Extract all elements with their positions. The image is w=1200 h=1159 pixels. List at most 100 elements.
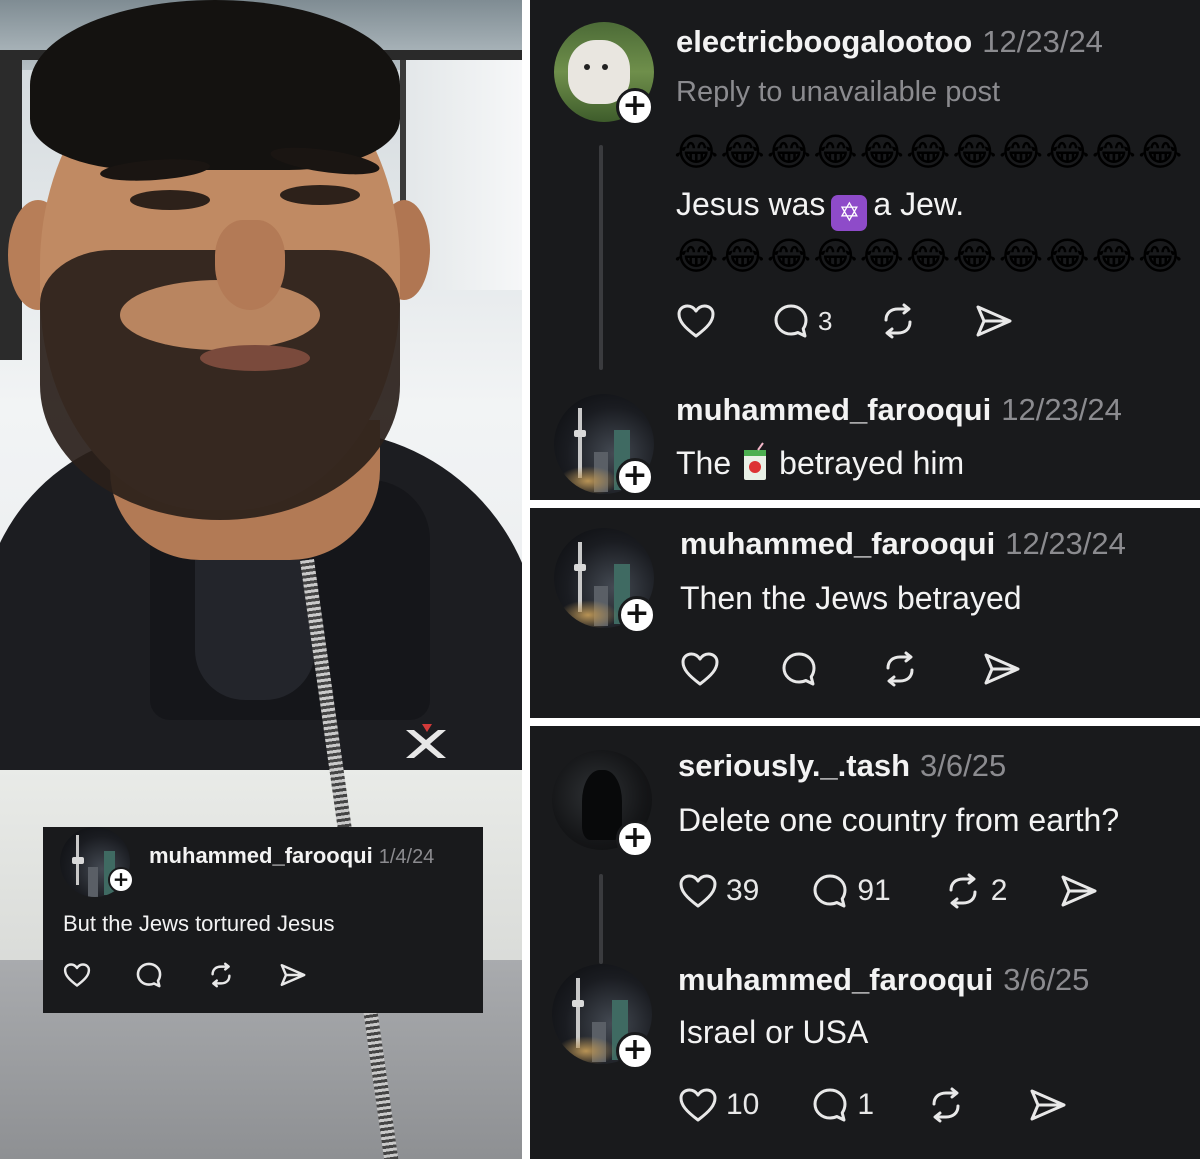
post-date: 12/23/24 xyxy=(982,24,1103,59)
repost-count: 2 xyxy=(990,874,1008,907)
username[interactable]: electricboogalootoo xyxy=(676,24,972,59)
share-icon xyxy=(1030,1089,1066,1121)
repost-button[interactable]: 2 xyxy=(943,872,1008,910)
building xyxy=(88,867,98,897)
juice-box-icon xyxy=(744,442,767,480)
post-text: But the Jews tortured Jesus xyxy=(63,911,335,936)
action-bar xyxy=(63,961,307,989)
nose xyxy=(215,220,285,310)
post-text-part: a Jew. xyxy=(873,186,965,222)
follow-plus-icon[interactable]: + xyxy=(616,88,654,126)
action-bar: 3 xyxy=(676,302,1014,340)
thread-card-3: + seriously._.tash 3/6/25 Delete one coun… xyxy=(530,726,1200,1159)
repost-icon xyxy=(211,962,231,988)
username[interactable]: muhammed_farooqui xyxy=(678,962,993,997)
share-button[interactable] xyxy=(1059,873,1099,909)
comment-icon xyxy=(813,1088,847,1122)
username[interactable]: muhammed_farooqui xyxy=(680,526,995,561)
heart-icon xyxy=(63,963,91,987)
share-icon xyxy=(280,963,306,987)
follow-plus-icon[interactable]: + xyxy=(616,458,654,496)
repost-button[interactable] xyxy=(880,650,920,688)
mouth xyxy=(200,345,310,371)
repost-button[interactable] xyxy=(207,961,235,989)
reply-button[interactable]: 1 xyxy=(811,1086,874,1124)
follow-plus-icon[interactable]: + xyxy=(618,596,656,634)
repost-button[interactable] xyxy=(878,302,918,340)
repost-icon xyxy=(932,1087,960,1123)
username[interactable]: muhammed_farooqui xyxy=(676,392,991,427)
post-date: 12/23/24 xyxy=(1005,526,1126,561)
post-header: muhammed_farooqui 12/23/24 xyxy=(676,392,1122,428)
like-button[interactable] xyxy=(680,651,720,687)
post-text-part: The xyxy=(676,445,732,481)
post-text: Israel or USA xyxy=(678,1014,869,1050)
follow-plus-icon[interactable]: + xyxy=(108,867,134,893)
thread-card-1: + electricboogalootoo 12/23/24 Reply to u… xyxy=(530,0,1200,500)
eye-left xyxy=(130,190,210,210)
share-icon xyxy=(1061,875,1097,907)
follow-plus-icon[interactable]: + xyxy=(616,1032,654,1070)
post-date: 3/6/25 xyxy=(1003,962,1090,997)
post-text: The betrayed him xyxy=(676,442,964,482)
repost-icon xyxy=(884,303,912,339)
like-button[interactable] xyxy=(63,962,91,988)
reply-button[interactable]: 3 xyxy=(772,302,832,340)
repost-icon xyxy=(886,651,914,687)
action-bar: 39 91 2 xyxy=(678,872,1099,910)
comment-icon xyxy=(782,652,816,686)
share-button[interactable] xyxy=(974,303,1014,339)
reply-button[interactable]: 91 xyxy=(811,872,891,910)
like-button[interactable]: 10 xyxy=(678,1087,759,1123)
comment-icon xyxy=(813,874,847,908)
overlay-post-card: + muhammed_farooqui 1/4/24 But the Jews t… xyxy=(43,827,483,1013)
username[interactable]: seriously._.tash xyxy=(678,748,910,783)
tshirt xyxy=(195,560,315,700)
window-frame-left xyxy=(0,60,22,360)
post-header: electricboogalootoo 12/23/24 xyxy=(676,24,1103,60)
reply-button[interactable] xyxy=(780,650,818,688)
like-button[interactable] xyxy=(676,303,716,339)
like-button[interactable]: 39 xyxy=(678,873,759,909)
hair xyxy=(30,0,400,170)
share-button[interactable] xyxy=(1028,1087,1068,1123)
share-icon xyxy=(976,305,1012,337)
post-date: 3/6/25 xyxy=(920,748,1007,783)
star-of-david-icon: ✡ xyxy=(831,195,868,231)
like-count: 39 xyxy=(726,874,760,907)
heart-icon xyxy=(679,1088,717,1122)
share-button[interactable] xyxy=(982,651,1022,687)
username[interactable]: muhammed_farooqui xyxy=(149,843,373,868)
reply-button[interactable] xyxy=(135,961,163,989)
action-bar: 10 1 xyxy=(678,1086,1068,1124)
jacket-logo xyxy=(406,724,446,758)
share-button[interactable] xyxy=(279,962,307,988)
action-bar xyxy=(680,650,1022,688)
post-header: muhammed_farooqui 1/4/24 xyxy=(149,843,434,869)
share-icon xyxy=(984,653,1020,685)
emoji-row: 😂😂😂😂😂😂😂😂😂😂😂 xyxy=(674,234,1185,278)
post-text-part: Jesus was xyxy=(676,186,826,222)
post-date: 1/4/24 xyxy=(378,846,435,868)
cheeks xyxy=(120,280,320,350)
dog-eye xyxy=(584,64,590,70)
repost-button[interactable] xyxy=(926,1086,966,1124)
comment-icon xyxy=(136,962,162,988)
thread-line xyxy=(599,874,603,964)
heart-icon xyxy=(681,652,719,686)
post-header: seriously._.tash 3/6/25 xyxy=(678,748,1006,784)
post-text: Jesus was ✡ a Jew. xyxy=(676,186,964,231)
reply-context[interactable]: Reply to unavailable post xyxy=(676,76,1000,109)
thread-card-2: + muhammed_farooqui 12/23/24 Then the Jew… xyxy=(530,508,1200,718)
city-lights xyxy=(556,1036,616,1064)
emoji-row: 😂😂😂😂😂😂😂😂😂😂😂 xyxy=(674,130,1185,174)
follow-plus-icon[interactable]: + xyxy=(616,820,654,858)
post-text-part: betrayed him xyxy=(779,445,965,481)
reply-count: 1 xyxy=(857,1088,875,1121)
reply-count: 91 xyxy=(857,874,891,907)
thread-line xyxy=(599,145,603,370)
cn-tower xyxy=(72,835,84,885)
eye-right xyxy=(280,185,360,205)
post-text: Then the Jews betrayed xyxy=(680,580,1022,616)
repost-icon xyxy=(949,873,977,909)
